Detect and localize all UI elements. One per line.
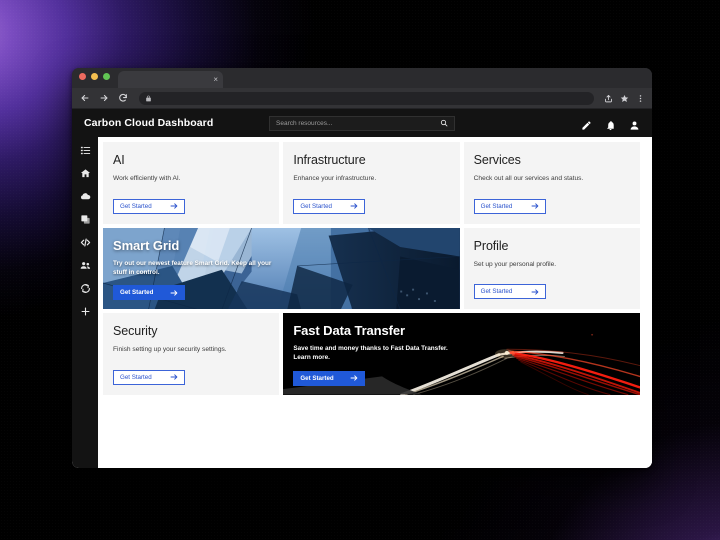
share-icon[interactable] — [604, 94, 613, 103]
arrow-right-icon — [170, 202, 178, 210]
users-icon[interactable] — [80, 258, 91, 269]
card-description: Work efficiently with AI. — [113, 175, 181, 182]
card-security[interactable]: Security Finish setting up your security… — [103, 313, 280, 395]
card-ai[interactable]: AI Work efficiently with AI. Get Started — [103, 142, 280, 224]
dashboard-app: Carbon Cloud Dashboard Search resources.… — [72, 109, 652, 468]
get-started-label: Get Started — [300, 374, 334, 382]
sidebar — [72, 137, 98, 468]
get-started-button[interactable]: Get Started — [293, 198, 366, 214]
search-icon[interactable] — [440, 119, 448, 127]
card-infrastructure[interactable]: Infrastructure Enhance your infrastructu… — [283, 142, 460, 224]
arrow-right-icon — [350, 374, 358, 382]
card-description: Check out all our services and status. — [473, 175, 584, 182]
get-started-button[interactable]: Get Started — [113, 285, 185, 301]
window-traffic-lights — [79, 68, 110, 88]
card-services[interactable]: Services Check out all our services and … — [463, 142, 640, 224]
page-title: Carbon Cloud Dashboard — [84, 117, 214, 129]
get-started-label: Get Started — [480, 288, 513, 296]
cloud-icon[interactable] — [80, 189, 91, 200]
get-started-label: Get Started — [120, 289, 154, 297]
get-started-button[interactable]: Get Started — [473, 284, 546, 300]
get-started-label: Get Started — [480, 202, 513, 210]
database-icon[interactable] — [80, 212, 91, 224]
toolbar-actions — [604, 94, 645, 103]
plus-icon[interactable] — [80, 304, 91, 316]
close-icon[interactable]: × — [213, 75, 218, 84]
app-header-actions — [581, 118, 640, 130]
card-title: Fast Data Transfer — [293, 323, 405, 339]
card-title: Profile — [473, 238, 509, 253]
get-started-button[interactable]: Get Started — [473, 198, 546, 214]
card-smart-grid[interactable]: Smart Grid Try out our newest feature Sm… — [103, 227, 460, 310]
get-started-button[interactable]: Get Started — [293, 370, 366, 386]
arrow-right-icon — [531, 288, 539, 296]
code-icon[interactable] — [80, 235, 91, 247]
card-title: Smart Grid — [113, 237, 180, 253]
back-arrow-icon[interactable] — [79, 92, 91, 104]
close-window-button[interactable] — [79, 73, 86, 80]
card-title: Services — [473, 153, 521, 167]
app-body: AI Work efficiently with AI. Get Started… — [72, 137, 652, 468]
get-started-label: Get Started — [120, 202, 152, 210]
card-description: Try out our newest feature Smart Grid. K… — [113, 259, 272, 276]
app-header: Carbon Cloud Dashboard — [72, 109, 652, 137]
arrow-right-icon — [350, 202, 358, 210]
arrow-right-icon — [170, 373, 178, 381]
card-fast-data-transfer[interactable]: Fast Data Transfer Save time and money t… — [283, 313, 640, 395]
dashboard-content: AI Work efficiently with AI. Get Started… — [98, 137, 652, 468]
edit-pencil-icon[interactable] — [581, 118, 592, 130]
account-person-icon[interactable] — [629, 118, 640, 130]
card-description: Set up your personal profile. — [473, 260, 557, 268]
browser-window: × Carbon Cloud Dashboard Search resource… — [72, 68, 652, 468]
card-title: Infrastructure — [293, 153, 366, 167]
card-description: Finish setting up your security settings… — [113, 346, 227, 354]
address-bar[interactable] — [139, 91, 594, 105]
lock-icon — [146, 95, 151, 101]
card-title: Security — [113, 324, 158, 339]
search-input[interactable] — [276, 119, 440, 127]
bookmark-star-icon[interactable] — [620, 94, 629, 103]
list-menu-icon[interactable] — [80, 143, 91, 155]
get-started-button[interactable]: Get Started — [113, 198, 185, 214]
card-row-1: AI Work efficiently with AI. Get Started… — [103, 142, 640, 224]
home-icon[interactable] — [80, 166, 91, 178]
notifications-bell-icon[interactable] — [605, 118, 616, 130]
get-started-label: Get Started — [120, 373, 152, 381]
minimize-window-button[interactable] — [91, 73, 98, 80]
browser-menu-icon[interactable] — [636, 94, 645, 103]
card-description: Enhance your infrastructure. — [293, 175, 377, 182]
search-box[interactable] — [269, 115, 455, 131]
browser-tab-strip: × — [72, 68, 652, 88]
arrow-right-icon — [531, 202, 539, 210]
card-description: Save time and money thanks to Fast Data … — [293, 345, 448, 362]
get-started-label: Get Started — [300, 202, 332, 210]
browser-tab[interactable]: × — [118, 71, 223, 88]
reload-icon[interactable] — [117, 92, 129, 104]
forward-arrow-icon[interactable] — [98, 92, 110, 104]
sync-refresh-icon[interactable] — [80, 281, 91, 293]
card-title: AI — [113, 153, 125, 167]
get-started-button[interactable]: Get Started — [113, 369, 185, 385]
card-row-3: Security Finish setting up your security… — [103, 313, 640, 395]
browser-toolbar — [72, 88, 652, 109]
card-row-2: Smart Grid Try out our newest feature Sm… — [103, 227, 640, 310]
arrow-right-icon — [170, 289, 178, 297]
card-profile[interactable]: Profile Set up your personal profile. Ge… — [463, 227, 640, 310]
maximize-window-button[interactable] — [103, 73, 110, 80]
